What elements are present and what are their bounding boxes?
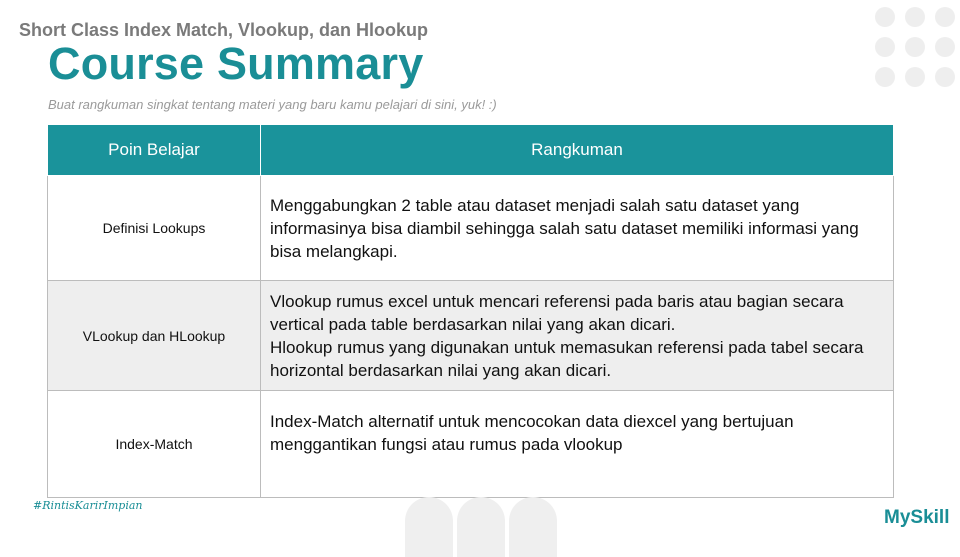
summary-table: Poin Belajar Rangkuman Definisi Lookups … <box>47 124 894 498</box>
column-header-summary: Rangkuman <box>260 124 894 176</box>
decorative-arch-shape <box>509 497 557 557</box>
table-header-row: Poin Belajar Rangkuman <box>47 124 894 176</box>
row-summary-cell: Vlookup rumus excel untuk mencari refere… <box>260 280 894 391</box>
table-row: Index-Match Index-Match alternatif untuk… <box>47 390 894 498</box>
row-point-cell: Definisi Lookups <box>47 175 261 281</box>
decorative-arch-shape <box>457 497 505 557</box>
hashtag-text: #RintisKarirImpian <box>33 499 143 512</box>
column-header-point: Poin Belajar <box>47 124 261 176</box>
row-summary-cell: Index-Match alternatif untuk mencocokan … <box>260 390 894 498</box>
row-point-cell: Index-Match <box>47 390 261 498</box>
decorative-dot-grid <box>873 7 957 87</box>
myskill-logo: MySkill <box>884 507 950 528</box>
row-point-cell: VLookup dan HLookup <box>47 280 261 391</box>
table-row: VLookup dan HLookup Vlookup rumus excel … <box>47 280 894 391</box>
decorative-arch-shape <box>405 497 453 557</box>
page-title: Course Summary <box>48 38 424 89</box>
table-row: Definisi Lookups Menggabungkan 2 table a… <box>47 175 894 281</box>
instruction-text: Buat rangkuman singkat tentang materi ya… <box>48 97 497 112</box>
row-summary-cell: Menggabungkan 2 table atau dataset menja… <box>260 175 894 281</box>
